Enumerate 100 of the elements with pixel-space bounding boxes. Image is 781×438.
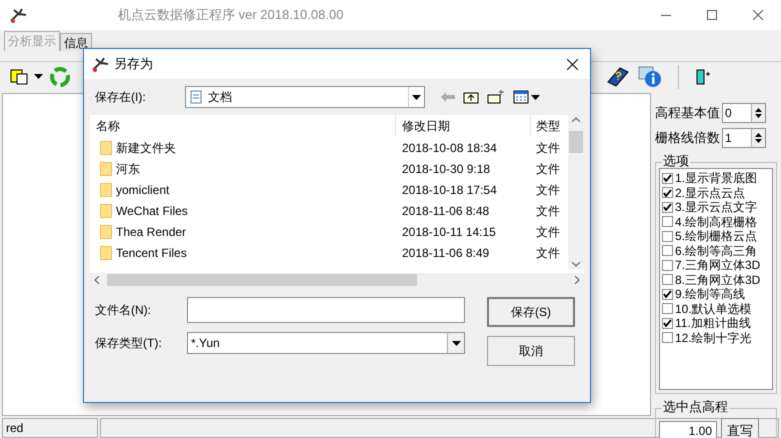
checkbox[interactable] <box>662 216 673 228</box>
new-folder-icon[interactable] <box>487 90 505 104</box>
spin-buttons[interactable] <box>751 129 765 147</box>
file-name: Tencent Files <box>116 244 187 262</box>
option-item[interactable]: 6.绘制等高三角 <box>660 244 772 258</box>
file-name: yomiclient <box>116 182 170 198</box>
dialog-title: 另存为 <box>114 55 153 74</box>
scroll-down-icon[interactable] <box>572 262 580 267</box>
checkbox[interactable] <box>662 245 673 256</box>
write-button[interactable]: 直写 <box>721 418 759 438</box>
checkbox[interactable] <box>662 187 673 198</box>
file-date: 2018-10-18 17:54 <box>401 182 498 198</box>
scroll-up-icon[interactable] <box>572 117 580 122</box>
file-type: 文件 <box>535 244 561 262</box>
group-title: 选项 <box>662 154 690 167</box>
elevation-field[interactable]: 1.00 <box>659 421 717 438</box>
option-item[interactable]: 5.绘制栅格云点 <box>660 229 772 244</box>
option-item[interactable]: 7.三角网立体3D <box>660 258 772 272</box>
folder-icon <box>100 246 112 260</box>
column-header[interactable]: 名称 <box>90 115 396 137</box>
app-icon <box>92 56 110 72</box>
checkbox[interactable] <box>662 260 673 271</box>
option-item[interactable]: 2.显示点云点 <box>660 186 772 200</box>
option-item[interactable]: 10.默认单选模 <box>660 302 772 316</box>
save-icon[interactable] <box>10 68 28 84</box>
checkbox[interactable] <box>662 303 673 314</box>
dialog-button[interactable]: 保存(S) <box>487 297 575 327</box>
file-type: 文件 <box>535 160 561 178</box>
caret-icon <box>34 74 43 79</box>
number-field[interactable]: 1 <box>722 128 766 148</box>
up-folder-icon[interactable] <box>463 90 479 104</box>
filename-input[interactable] <box>187 297 465 323</box>
recycle-icon[interactable] <box>49 66 71 88</box>
help-book-icon[interactable] <box>606 66 630 88</box>
save-in-dropdown[interactable]: 文档 <box>185 86 425 108</box>
file-name: Thea Render <box>116 224 186 240</box>
file-row[interactable]: yomiclient 2018-10-18 17:54 文件 <box>90 179 566 200</box>
number-field[interactable]: 0 <box>722 103 766 123</box>
file-type: 文件 <box>535 140 561 156</box>
option-item[interactable]: 3.显示云点文字 <box>660 200 772 214</box>
checkbox[interactable] <box>662 230 673 242</box>
field-label: 高程基本值 <box>655 104 720 122</box>
file-date: 2018-10-08 18:34 <box>401 140 498 156</box>
spin-buttons[interactable] <box>751 104 765 122</box>
group-title: 选中点高程 <box>662 400 729 413</box>
filetype-dropdown[interactable]: *.Yun <box>187 332 465 354</box>
exit-door-icon[interactable] <box>695 68 711 86</box>
save-in-label: 保存在(I): <box>95 89 147 106</box>
file-type: 文件 <box>535 224 561 240</box>
dialog-button[interactable]: 取消 <box>487 336 575 366</box>
folder-icon <box>100 162 112 176</box>
filename-label: 文件名(N): <box>95 302 152 319</box>
checkbox[interactable] <box>662 318 673 329</box>
file-row[interactable]: Tencent Files 2018-11-06 8:49 文件 <box>90 242 566 263</box>
file-name: 新建文件夹 <box>116 140 176 156</box>
scroll-left-icon[interactable] <box>94 276 99 284</box>
dropdown-arrow-icon <box>412 94 421 100</box>
info-icon[interactable] <box>638 64 662 88</box>
close-icon <box>566 58 578 70</box>
scroll-thumb[interactable] <box>107 274 417 286</box>
file-row[interactable]: 河东 2018-10-30 9:18 文件 <box>90 158 566 179</box>
checkbox[interactable] <box>662 202 673 213</box>
tab[interactable]: 信息 <box>60 33 92 51</box>
scroll-right-icon[interactable] <box>575 276 580 284</box>
option-item[interactable]: 4.绘制高程栅格 <box>660 214 772 229</box>
status-text: red <box>2 418 98 438</box>
filetype-label: 保存类型(T): <box>95 335 163 352</box>
checkbox[interactable] <box>662 274 673 286</box>
folder-icon <box>100 140 112 154</box>
file-type: 文件 <box>535 202 561 220</box>
file-date: 2018-11-06 8:48 <box>401 202 490 220</box>
app-icon <box>10 7 28 23</box>
file-name: WeChat Files <box>116 202 188 220</box>
file-type: 文件 <box>535 182 561 198</box>
checkbox[interactable] <box>662 172 673 184</box>
view-menu-icon[interactable] <box>513 90 529 104</box>
checkbox[interactable] <box>662 288 673 300</box>
folder-icon <box>100 182 112 196</box>
column-header[interactable]: 类型 <box>531 115 561 137</box>
column-header[interactable]: 修改日期 <box>396 115 531 137</box>
option-item[interactable]: 12.绘制十字光 <box>660 330 772 345</box>
checkbox[interactable] <box>662 332 673 344</box>
option-item[interactable]: 8.三角网立体3D <box>660 272 772 287</box>
file-row[interactable]: Thea Render 2018-10-11 14:15 文件 <box>90 221 566 242</box>
folder-icon <box>100 204 112 218</box>
document-icon <box>190 90 202 104</box>
file-date: 2018-11-06 8:49 <box>401 244 490 262</box>
dropdown-arrow-icon <box>452 340 460 346</box>
option-item[interactable]: 1.显示背景底图 <box>660 171 772 186</box>
file-row[interactable]: WeChat Files 2018-11-06 8:48 文件 <box>90 200 566 221</box>
option-item[interactable]: 11.加粗计曲线 <box>660 316 772 330</box>
scroll-thumb[interactable] <box>569 131 583 153</box>
file-name: 河东 <box>116 160 140 178</box>
file-date: 2018-10-11 14:15 <box>401 224 497 240</box>
option-item[interactable]: 9.绘制等高线 <box>660 287 772 302</box>
close-icon <box>753 10 763 20</box>
file-row[interactable]: 新建文件夹 2018-10-08 18:34 文件 <box>90 137 566 158</box>
file-date: 2018-10-30 9:18 <box>401 160 492 178</box>
caret-icon <box>531 94 540 100</box>
window-title: 机点云数据修正程序 ver 2018.10.08.00 <box>118 6 344 24</box>
